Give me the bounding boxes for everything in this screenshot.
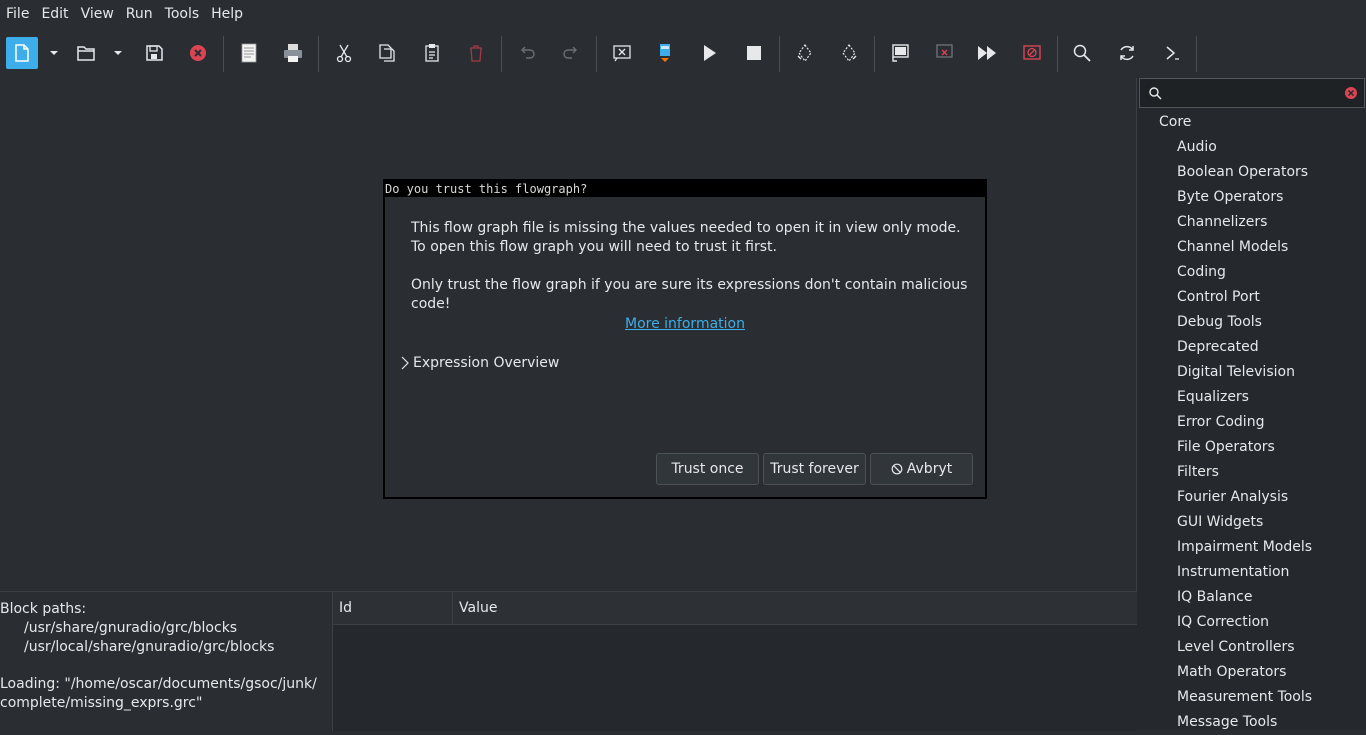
menu-bar: File Edit View Run Tools Help [0,0,1366,28]
tree-category-item[interactable]: File Operators [1137,435,1366,460]
redo-icon[interactable] [555,37,587,69]
tree-category-item[interactable]: Deprecated [1137,335,1366,360]
tree-category-item[interactable]: Instrumentation [1137,560,1366,585]
dialog-title: Do you trust this flowgraph? [385,181,985,197]
library-search [1139,78,1365,108]
loading-message: Loading: "/home/oscar/documents/gsoc/jun… [0,676,317,692]
dialog-message: This flow graph file is missing the valu… [411,220,961,255]
library-tree: Core Audio Boolean Operators Byte Operator… [1137,110,1366,735]
more-information-link[interactable]: More information [385,316,985,332]
menu-help[interactable]: Help [205,0,249,28]
tree-category-item[interactable]: Coding [1137,260,1366,285]
toolbar-separator [596,36,597,72]
new-flowgraph-icon[interactable] [6,37,38,69]
toolbar-separator [779,36,780,72]
expander-label: Expression Overview [413,355,560,371]
loading-message: complete/missing_exprs.grc" [0,695,203,711]
tree-category-item[interactable]: Audio [1137,135,1366,160]
generate-report-icon[interactable] [233,37,265,69]
block-path: /usr/share/gnuradio/grc/blocks [24,620,238,636]
block-library: Core Audio Boolean Operators Byte Operator… [1136,78,1366,730]
close-icon[interactable] [182,37,214,69]
column-header-id[interactable]: Id [333,592,453,624]
console-panel: Block paths: /usr/share/gnuradio/grc/blo… [0,591,332,730]
undo-icon[interactable] [511,37,543,69]
tree-category-item[interactable]: Level Controllers [1137,635,1366,660]
toolbar [0,28,1366,78]
toolbar-separator [501,36,502,72]
chevron-right-icon [401,356,409,370]
library-search-input[interactable] [1170,82,1334,106]
block-paths-label: Block paths: [0,601,87,617]
tree-category-item[interactable]: Message Tools [1137,710,1366,735]
copy-icon[interactable] [371,37,403,69]
reload-icon[interactable] [1111,37,1143,69]
print-icon[interactable] [277,37,309,69]
tree-category-core[interactable]: Core [1137,110,1366,135]
new-dropdown-icon[interactable] [47,37,61,69]
button-label: Trust forever [770,461,859,477]
execute-icon[interactable] [693,37,725,69]
paste-icon[interactable] [416,37,448,69]
tree-category-item[interactable]: Filters [1137,460,1366,485]
toolbar-separator [1057,36,1058,72]
variable-table-header: Id Value [333,592,1137,625]
tree-category-item[interactable]: Equalizers [1137,385,1366,410]
toolbar-separator [318,36,319,72]
more-icon[interactable] [1155,37,1187,69]
tree-category-item[interactable]: Fourier Analysis [1137,485,1366,510]
tree-category-item[interactable]: IQ Balance [1137,585,1366,610]
tree-category-item[interactable]: Control Port [1137,285,1366,310]
toolbar-separator [874,36,875,72]
button-label: Trust once [671,461,744,477]
disable-red-icon[interactable] [1016,37,1048,69]
tree-category-item[interactable]: Channelizers [1137,210,1366,235]
dialog-warning: Only trust the flow graph if you are sur… [411,277,968,312]
disable-icon[interactable] [928,37,960,69]
cancel-icon [891,463,903,475]
delete-icon[interactable] [460,37,492,69]
menu-tools[interactable]: Tools [159,0,206,28]
toolbar-separator [1196,36,1197,72]
enable-icon[interactable] [884,37,916,69]
menu-edit[interactable]: Edit [35,0,74,28]
tree-category-item[interactable]: Byte Operators [1137,185,1366,210]
kill-icon[interactable] [738,37,770,69]
cut-icon[interactable] [328,37,360,69]
tree-category-item[interactable]: GUI Widgets [1137,510,1366,535]
trust-dialog: Do you trust this flowgraph? This flow g… [383,179,987,499]
rotate-ccw-icon[interactable] [789,37,821,69]
search-icon [1149,87,1162,100]
column-header-value[interactable]: Value [453,592,497,624]
expression-overview-expander[interactable]: Expression Overview [399,355,559,371]
cancel-button[interactable]: Avbryt [870,453,973,485]
save-icon[interactable] [138,37,170,69]
find-icon[interactable] [1066,37,1098,69]
tree-category-item[interactable]: Channel Models [1137,235,1366,260]
block-path: /usr/local/share/gnuradio/grc/blocks [24,639,275,655]
tree-category-item[interactable]: Boolean Operators [1137,160,1366,185]
generate-icon[interactable] [649,37,681,69]
trust-once-button[interactable]: Trust once [656,453,759,485]
tree-category-item[interactable]: Impairment Models [1137,535,1366,560]
button-label: Avbryt [906,461,953,477]
menu-file[interactable]: File [0,0,35,28]
errors-icon[interactable] [606,37,638,69]
tree-category-item[interactable]: IQ Correction [1137,610,1366,635]
tree-category-item[interactable]: Digital Television [1137,360,1366,385]
variable-editor: Id Value [332,591,1137,731]
menu-view[interactable]: View [75,0,120,28]
tree-category-item[interactable]: Debug Tools [1137,310,1366,335]
open-dropdown-icon[interactable] [111,37,125,69]
toolbar-separator [223,36,224,72]
trust-forever-button[interactable]: Trust forever [763,453,866,485]
tree-category-item[interactable]: Measurement Tools [1137,685,1366,710]
clear-search-icon[interactable] [1344,86,1358,100]
bypass-icon[interactable] [971,37,1003,69]
tree-category-item[interactable]: Error Coding [1137,410,1366,435]
rotate-cw-icon[interactable] [833,37,865,69]
menu-run[interactable]: Run [120,0,159,28]
tree-category-item[interactable]: Math Operators [1137,660,1366,685]
open-icon[interactable] [70,37,102,69]
